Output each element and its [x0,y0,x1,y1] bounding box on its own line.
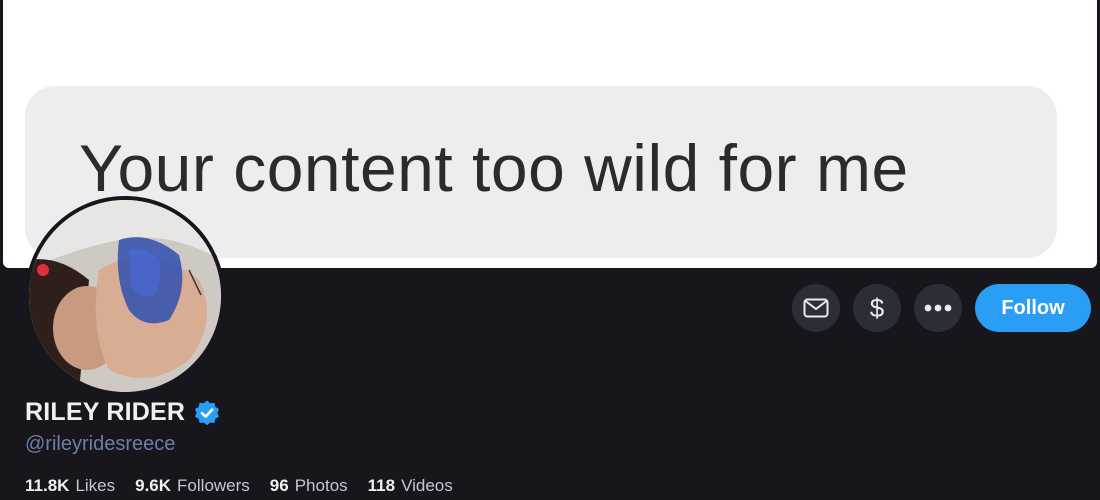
stat-value: 118 [367,476,396,495]
profile-stats: 11.8K Likes 9.6K Followers 96 Photos 118 Vid… [25,476,453,496]
stat-videos[interactable]: 118 Videos [368,476,453,496]
profile-name-row: RILEY RIDER [25,398,221,427]
profile-name: RILEY RIDER [25,398,186,426]
envelope-icon [803,298,829,318]
stat-label: Likes [75,476,116,495]
avatar-illustration [29,200,221,392]
stat-likes[interactable]: 11.8K Likes [25,476,115,496]
stat-label: Videos [401,476,453,495]
stat-label: Photos [294,476,348,495]
profile-actions: $ Follow [792,284,1091,332]
stat-photos[interactable]: 96 Photos [270,476,348,496]
avatar[interactable] [25,196,225,396]
more-options-button[interactable] [914,284,962,332]
stat-value: 96 [269,476,289,495]
verified-badge-icon [195,400,220,425]
tip-button[interactable]: $ [853,284,901,332]
stat-followers[interactable]: 9.6K Followers [135,476,250,496]
stat-value: 11.8K [25,476,70,495]
message-button[interactable] [792,284,840,332]
ellipsis-icon [924,304,952,312]
stat-label: Followers [177,476,250,495]
stat-value: 9.6K [135,476,172,495]
follow-button[interactable]: Follow [975,284,1091,332]
profile-handle: @rileyridesreece [25,433,176,455]
avatar-photo [29,200,221,392]
dollar-icon: $ [869,292,885,323]
banner-message-text: Your content too wild for me [79,131,909,205]
